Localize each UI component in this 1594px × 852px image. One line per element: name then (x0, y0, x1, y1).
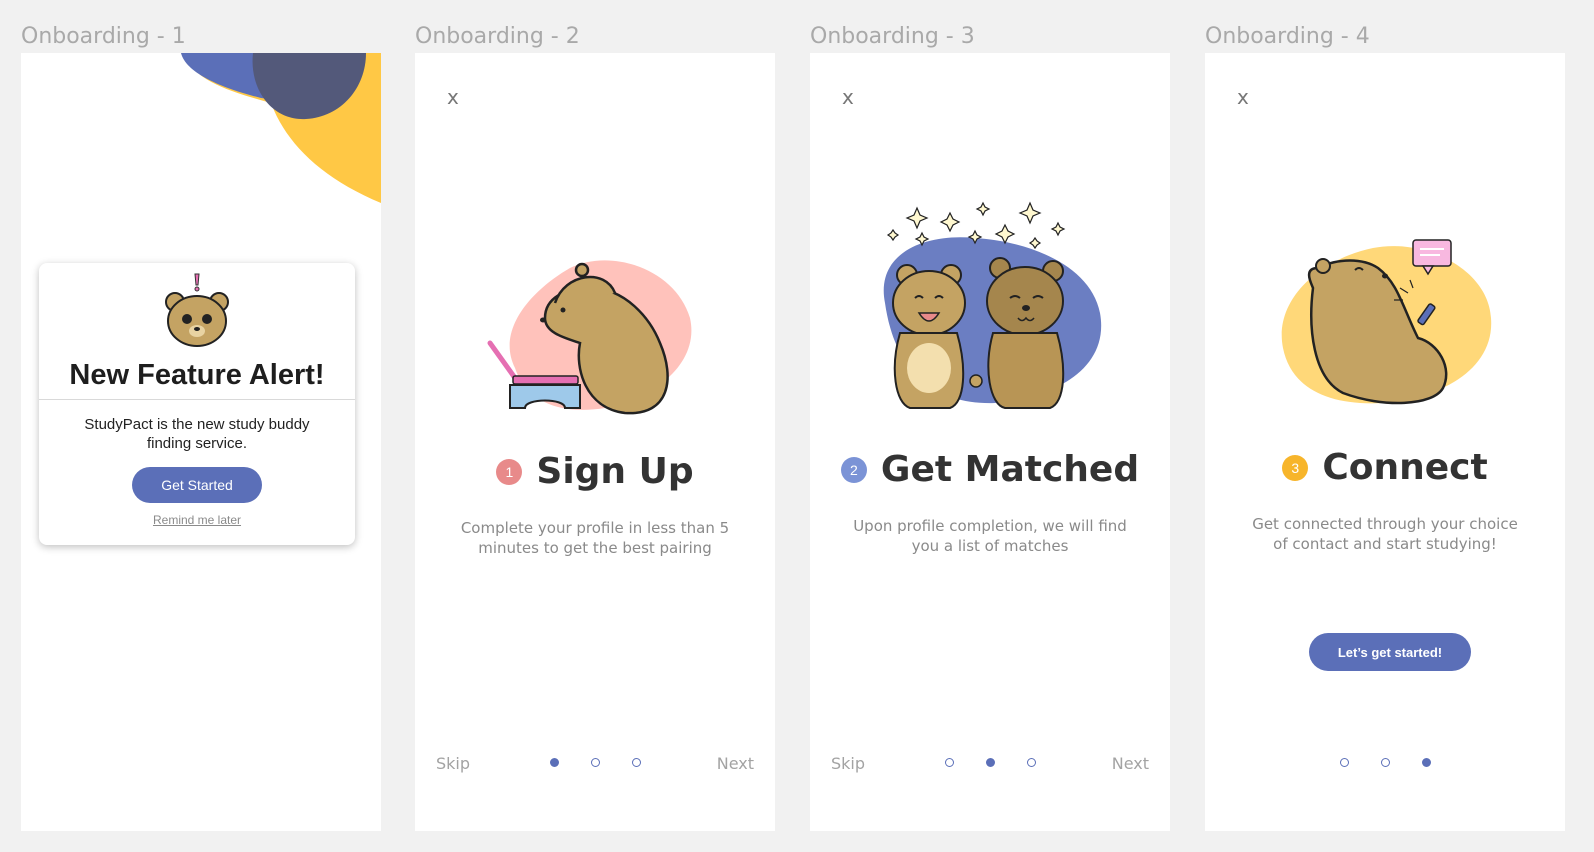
frame-label-2: Onboarding - 2 (415, 24, 580, 49)
close-icon[interactable]: x (842, 85, 854, 109)
step-description: Complete your profile in less than 5 min… (460, 519, 730, 557)
step-description: Get connected through your choice of con… (1252, 515, 1518, 553)
page-dot-3[interactable] (1421, 758, 1431, 767)
onboarding-frame-1: New Feature Alert! StudyPact is the new … (21, 53, 381, 831)
bear-phone-illustration (1281, 239, 1492, 405)
feature-alert-modal: New Feature Alert! StudyPact is the new … (39, 263, 355, 545)
step-number-badge: 1 (496, 458, 523, 485)
next-button[interactable]: Next (717, 754, 754, 773)
two-bears-sparkles-illustration (883, 201, 1102, 409)
frame-label-1: Onboarding - 1 (21, 24, 186, 49)
page-dot-3[interactable] (631, 758, 641, 767)
next-button[interactable]: Next (1112, 754, 1149, 773)
onboarding-frame-2: x 1 Sign Up Complete your profile in les… (415, 53, 775, 831)
lets-get-started-button[interactable]: Let’s get started! (1309, 633, 1471, 671)
step-number-badge: 2 (840, 456, 867, 483)
bear-laptop-illustration (487, 260, 692, 415)
page-dot-1[interactable] (944, 758, 954, 767)
corner-blob-decoration (181, 53, 381, 203)
step-title: Sign Up (536, 451, 694, 492)
page-dot-1[interactable] (1339, 758, 1349, 767)
step-title-row: 1 Sign Up (415, 451, 775, 492)
remind-me-later-link[interactable]: Remind me later (39, 513, 355, 527)
modal-divider (39, 399, 355, 400)
onboarding-frame-3: x 2 Get Matched Upon profile completion,… (810, 53, 1170, 831)
page-dot-3[interactable] (1026, 758, 1036, 767)
modal-title: New Feature Alert! (69, 359, 325, 391)
step-title: Connect (1322, 447, 1488, 488)
bear-face-icon (165, 273, 229, 347)
page-indicator (1205, 758, 1565, 767)
frame-label-4: Onboarding - 4 (1205, 24, 1370, 49)
frame-label-3: Onboarding - 3 (810, 24, 975, 49)
page-dot-1[interactable] (549, 758, 559, 767)
page-dot-2[interactable] (590, 758, 600, 767)
step-title: Get Matched (880, 449, 1140, 490)
page-dot-2[interactable] (1380, 758, 1390, 767)
modal-body-text: StudyPact is the new study buddy finding… (84, 416, 310, 452)
step-title-row: 2 Get Matched (810, 449, 1170, 490)
onboarding-frame-4: x 3 Connect Get connected through your c… (1205, 53, 1565, 831)
close-icon[interactable]: x (447, 85, 459, 109)
get-started-button[interactable]: Get Started (132, 467, 262, 503)
step-title-row: 3 Connect (1205, 447, 1565, 488)
pager-footer (1205, 748, 1565, 778)
close-icon[interactable]: x (1237, 85, 1249, 109)
pager-footer: Skip Next (810, 748, 1170, 778)
step-description: Upon profile completion, we will find yo… (853, 517, 1127, 555)
page-dot-2[interactable] (985, 758, 995, 767)
pager-footer: Skip Next (415, 748, 775, 778)
step-number-badge: 3 (1282, 454, 1309, 481)
